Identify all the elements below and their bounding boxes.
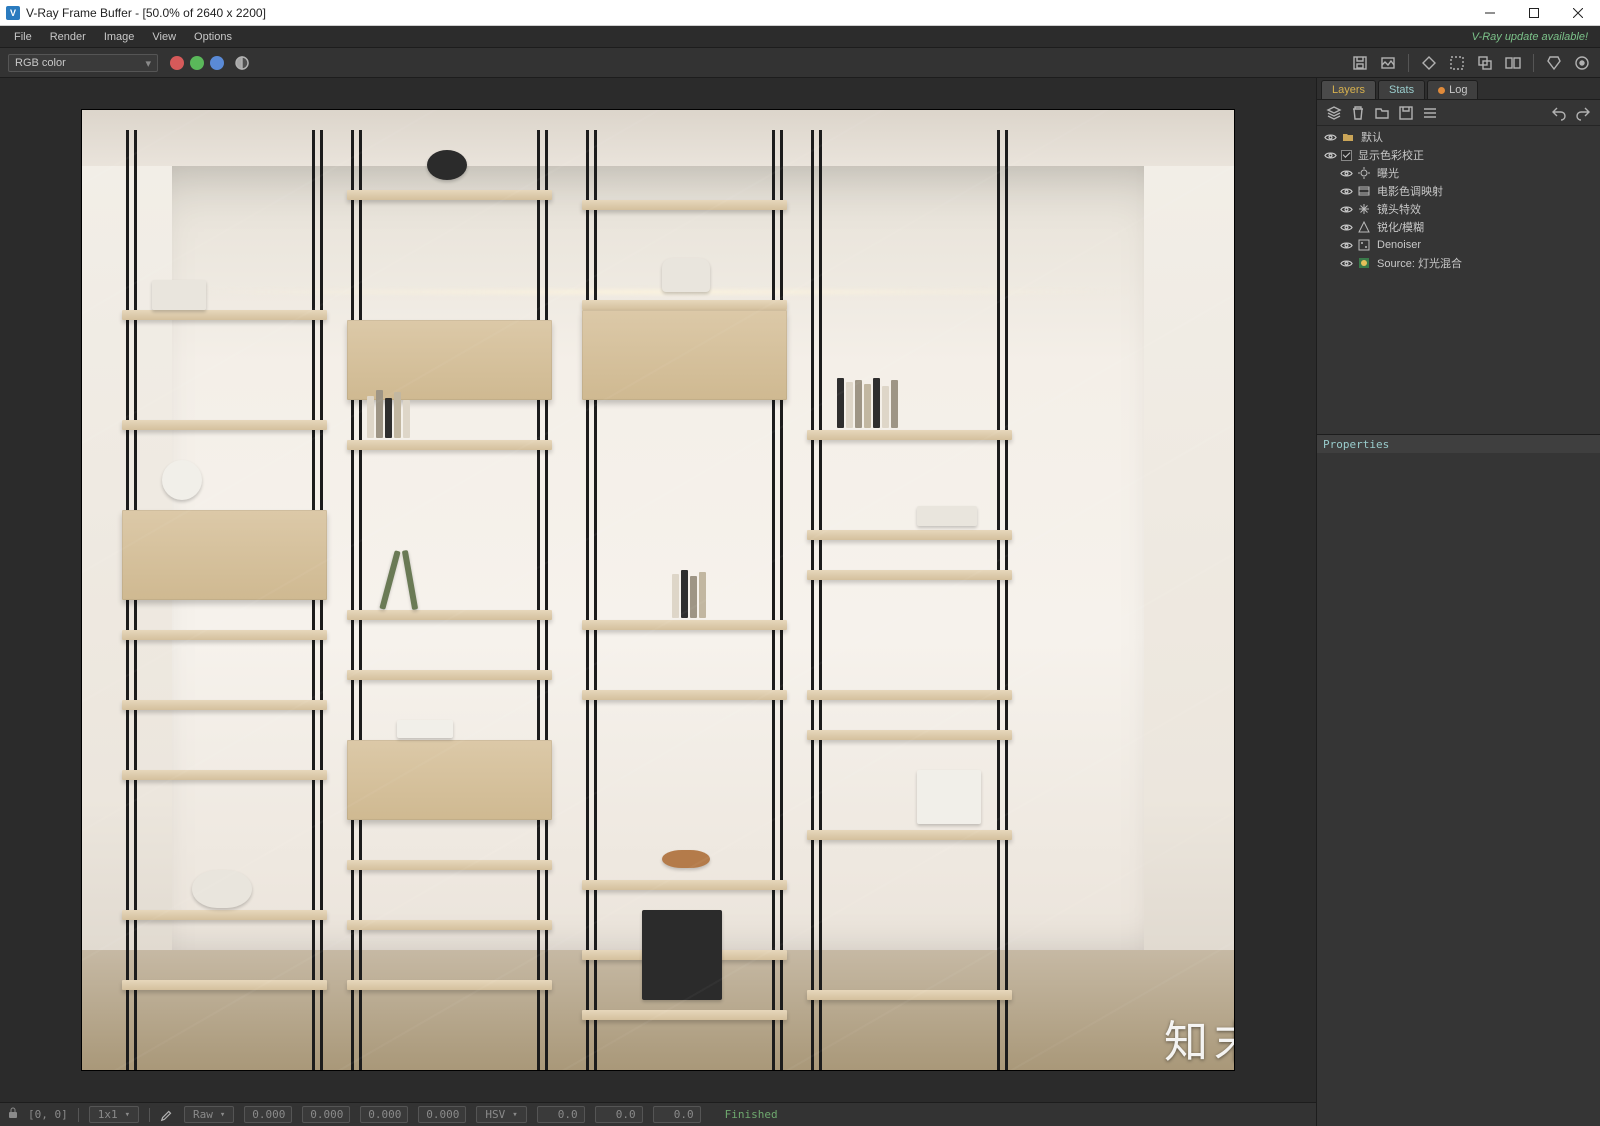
denoiser-icon — [1357, 238, 1371, 252]
blue-channel-dot[interactable] — [210, 56, 224, 70]
cursor-coords: [0, 0] — [28, 1108, 68, 1121]
layer-label: 默认 — [1361, 129, 1383, 145]
toolbar-separator — [1408, 54, 1409, 72]
update-available-text[interactable]: V-Ray update available! — [1472, 31, 1594, 43]
eye-icon[interactable] — [1339, 184, 1353, 198]
red-channel-dot[interactable] — [170, 56, 184, 70]
render-last-icon[interactable] — [1572, 53, 1592, 73]
exposure-icon — [1357, 166, 1371, 180]
color-mode-raw[interactable]: Raw — [184, 1106, 234, 1123]
layers-list: 默认 显示色彩校正 曝光 电影色调映射 镜头特效 — [1317, 126, 1600, 274]
layer-label: Source: 灯光混合 — [1377, 255, 1462, 271]
toolbar-separator — [1533, 54, 1534, 72]
hsv-v-value: 0.0 — [653, 1106, 701, 1123]
filmic-icon — [1357, 184, 1371, 198]
source-icon — [1357, 256, 1371, 270]
layer-label: 显示色彩校正 — [1358, 147, 1424, 163]
color-mode-hsv[interactable]: HSV — [476, 1106, 526, 1123]
track-mouse-icon[interactable] — [1475, 53, 1495, 73]
load-image-icon[interactable] — [1378, 53, 1398, 73]
properties-header[interactable]: Properties — [1317, 435, 1600, 453]
green-channel-dot[interactable] — [190, 56, 204, 70]
layer-checkbox[interactable] — [1341, 150, 1352, 161]
layers-toolbar — [1317, 100, 1600, 126]
side-panel-tabs: Layers Stats Log — [1317, 78, 1600, 100]
raw-g-value: 0.000 — [302, 1106, 350, 1123]
main-toolbar: RGB color — [0, 48, 1600, 78]
add-layer-icon[interactable] — [1325, 104, 1343, 122]
layer-row[interactable]: Denoiser — [1317, 236, 1600, 254]
menu-view[interactable]: View — [144, 28, 184, 46]
raw-r-value: 0.000 — [244, 1106, 292, 1123]
window-minimize-button[interactable] — [1468, 0, 1512, 26]
tab-log-label: Log — [1449, 84, 1467, 96]
tab-layers[interactable]: Layers — [1321, 80, 1376, 99]
options-icon[interactable] — [1421, 104, 1439, 122]
layer-label: 电影色调映射 — [1377, 183, 1443, 199]
layer-label: 镜头特效 — [1377, 201, 1421, 217]
channel-select[interactable]: RGB color — [8, 54, 158, 72]
raw-b-value: 0.000 — [360, 1106, 408, 1123]
layer-label: Denoiser — [1377, 239, 1421, 251]
new-folder-icon[interactable] — [1373, 104, 1391, 122]
alpha-channel-icon[interactable] — [232, 53, 252, 73]
properties-panel: Properties — [1317, 434, 1600, 453]
layer-label: 曝光 — [1377, 165, 1399, 181]
eye-icon[interactable] — [1339, 166, 1353, 180]
eye-icon[interactable] — [1339, 202, 1353, 216]
status-message: Finished — [725, 1108, 778, 1121]
eye-icon[interactable] — [1339, 238, 1353, 252]
layer-row[interactable]: Source: 灯光混合 — [1317, 254, 1600, 272]
stop-render-icon[interactable] — [1544, 53, 1564, 73]
lens-effects-icon — [1357, 202, 1371, 216]
layer-label: 锐化/模糊 — [1377, 219, 1424, 235]
pick-color-icon[interactable] — [1419, 53, 1439, 73]
watermark-logo-text: 知末 — [1164, 1006, 1234, 1070]
menu-image[interactable]: Image — [96, 28, 143, 46]
eye-icon[interactable] — [1323, 130, 1337, 144]
eye-icon[interactable] — [1323, 148, 1337, 162]
eyedropper-icon[interactable] — [160, 1108, 174, 1122]
rgb-channel-dots — [170, 56, 224, 70]
menu-render[interactable]: Render — [42, 28, 94, 46]
region-render-icon[interactable] — [1447, 53, 1467, 73]
eye-icon[interactable] — [1339, 256, 1353, 270]
undo-icon[interactable] — [1550, 104, 1568, 122]
save-preset-icon[interactable] — [1397, 104, 1415, 122]
save-image-icon[interactable] — [1350, 53, 1370, 73]
folder-icon — [1341, 130, 1355, 144]
compare-ab-icon[interactable] — [1503, 53, 1523, 73]
menu-options[interactable]: Options — [186, 28, 240, 46]
menu-file[interactable]: File — [6, 28, 40, 46]
lock-icon[interactable] — [8, 1107, 18, 1122]
eye-icon[interactable] — [1339, 220, 1353, 234]
side-panel: Layers Stats Log 默认 显示色彩校正 — [1316, 78, 1600, 1126]
redo-icon[interactable] — [1574, 104, 1592, 122]
window-titlebar: V V-Ray Frame Buffer - [50.0% of 2640 x … — [0, 0, 1600, 26]
sharpen-icon — [1357, 220, 1371, 234]
raw-a-value: 0.000 — [418, 1106, 466, 1123]
hsv-s-value: 0.0 — [595, 1106, 643, 1123]
tab-stats[interactable]: Stats — [1378, 80, 1425, 99]
app-icon: V — [6, 6, 20, 20]
layer-row[interactable]: 默认 — [1317, 128, 1600, 146]
render-viewport[interactable]: 知末 ID: 1146677945 — [0, 78, 1316, 1102]
layer-row[interactable]: 电影色调映射 — [1317, 182, 1600, 200]
layer-row[interactable]: 锐化/模糊 — [1317, 218, 1600, 236]
resolution-mode-select[interactable]: 1x1 — [89, 1106, 139, 1123]
rendered-image: 知末 ID: 1146677945 — [82, 110, 1234, 1070]
delete-layer-icon[interactable] — [1349, 104, 1367, 122]
log-badge-icon — [1438, 87, 1445, 94]
layer-row[interactable]: 曝光 — [1317, 164, 1600, 182]
window-title: V-Ray Frame Buffer - [50.0% of 2640 x 22… — [26, 6, 266, 20]
tab-log[interactable]: Log — [1427, 80, 1478, 99]
status-bar: [0, 0] 1x1 Raw 0.000 0.000 0.000 0.000 H… — [0, 1102, 1316, 1126]
menu-bar: File Render Image View Options V-Ray upd… — [0, 26, 1600, 48]
window-close-button[interactable] — [1556, 0, 1600, 26]
hsv-h-value: 0.0 — [537, 1106, 585, 1123]
window-maximize-button[interactable] — [1512, 0, 1556, 26]
layer-row[interactable]: 镜头特效 — [1317, 200, 1600, 218]
layer-row[interactable]: 显示色彩校正 — [1317, 146, 1600, 164]
